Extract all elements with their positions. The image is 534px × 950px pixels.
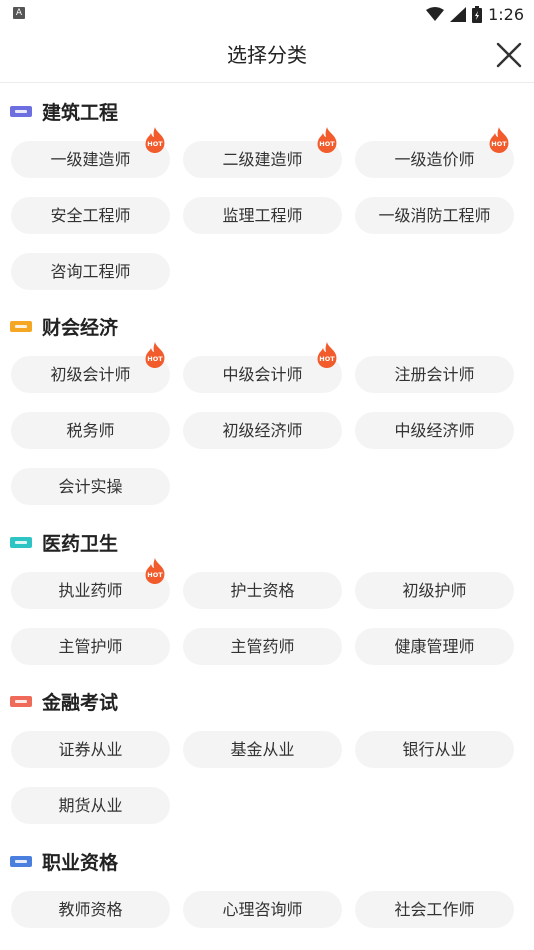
- category-chip[interactable]: 期货从业: [11, 787, 170, 824]
- section-header: 医药卫生: [10, 527, 118, 557]
- section-banner-icon: [10, 536, 32, 548]
- hot-badge-icon: HOT: [317, 127, 337, 153]
- section-title: 金融考试: [42, 691, 119, 714]
- category-chip-label: 主管药师: [230, 637, 295, 656]
- section-banner-icon: [10, 105, 32, 117]
- hot-badge-icon: HOT: [145, 127, 165, 153]
- category-chip-label: 中级经济师: [394, 421, 475, 440]
- category-chip[interactable]: 执业药师 HOT: [11, 558, 170, 609]
- category-chip-label: 证券从业: [58, 740, 123, 759]
- category-chip[interactable]: 一级造价师 HOT: [355, 127, 514, 178]
- section-header: 财会经济: [10, 311, 118, 341]
- category-chip-label: 监理工程师: [222, 206, 303, 225]
- battery-icon: [472, 5, 483, 23]
- category-chip-label: 主管护师: [58, 637, 123, 656]
- section-title: 职业资格: [42, 851, 119, 874]
- close-button[interactable]: [494, 40, 524, 70]
- hot-badge-icon: HOT: [317, 342, 337, 368]
- section-banner-icon: [10, 320, 32, 332]
- category-chip[interactable]: 税务师: [11, 412, 170, 449]
- hot-badge-label: HOT: [319, 355, 335, 363]
- category-chip[interactable]: 一级建造师 HOT: [11, 127, 170, 178]
- category-chip-label: 咨询工程师: [50, 262, 131, 281]
- category-chip[interactable]: 初级会计师 HOT: [11, 342, 170, 393]
- status-bar: A 1:26: [0, 0, 534, 28]
- page-title: 选择分类: [227, 43, 307, 67]
- hot-badge-label: HOT: [319, 140, 335, 148]
- category-chip[interactable]: 安全工程师: [11, 197, 170, 234]
- category-chip[interactable]: 社会工作师: [355, 891, 514, 928]
- hot-badge-icon: HOT: [145, 558, 165, 584]
- category-chip[interactable]: 基金从业: [183, 731, 342, 768]
- category-chip[interactable]: 会计实操: [11, 468, 170, 505]
- category-chip[interactable]: 咨询工程师: [11, 253, 170, 290]
- signal-icon: [450, 6, 467, 22]
- app-notification-icon: A: [13, 7, 25, 19]
- category-chip-label: 会计实操: [58, 477, 123, 496]
- section-title: 建筑工程: [42, 101, 119, 124]
- hot-badge-label: HOT: [147, 140, 163, 148]
- category-chip[interactable]: 健康管理师: [355, 628, 514, 665]
- close-icon: [496, 42, 522, 68]
- section-title: 医药卫生: [42, 532, 119, 555]
- category-chip[interactable]: 主管药师: [183, 628, 342, 665]
- category-chip[interactable]: 二级建造师 HOT: [183, 127, 342, 178]
- category-chip-label: 期货从业: [58, 796, 123, 815]
- category-chip[interactable]: 监理工程师: [183, 197, 342, 234]
- category-chip-label: 护士资格: [230, 581, 295, 600]
- category-chip-label: 初级护师: [402, 581, 467, 600]
- hot-badge-icon: HOT: [145, 342, 165, 368]
- category-chip[interactable]: 注册会计师: [355, 356, 514, 393]
- category-chip[interactable]: 教师资格: [11, 891, 170, 928]
- category-chip[interactable]: 初级经济师: [183, 412, 342, 449]
- hot-badge-label: HOT: [147, 571, 163, 579]
- status-icons: 1:26: [426, 4, 524, 24]
- section-header: 建筑工程: [10, 96, 118, 126]
- category-chip[interactable]: 护士资格: [183, 572, 342, 609]
- category-chip-label: 税务师: [66, 421, 115, 440]
- wifi-icon: [426, 7, 445, 21]
- section-header: 金融考试: [10, 686, 118, 716]
- hot-badge-label: HOT: [491, 140, 507, 148]
- category-chip[interactable]: 证券从业: [11, 731, 170, 768]
- header: 选择分类: [0, 28, 534, 83]
- category-chip-label: 健康管理师: [394, 637, 475, 656]
- section-banner-icon: [10, 855, 32, 867]
- section-header: 职业资格: [10, 846, 118, 876]
- category-chip[interactable]: 中级经济师: [355, 412, 514, 449]
- category-chip[interactable]: 中级会计师 HOT: [183, 342, 342, 393]
- category-chip-label: 银行从业: [402, 740, 467, 759]
- hot-badge-label: HOT: [147, 355, 163, 363]
- category-chip-label: 教师资格: [58, 900, 123, 919]
- category-chip[interactable]: 初级护师: [355, 572, 514, 609]
- category-chip[interactable]: 一级消防工程师: [355, 197, 514, 234]
- category-chip[interactable]: 心理咨询师: [183, 891, 342, 928]
- category-chip-label: 心理咨询师: [222, 900, 303, 919]
- category-chip-label: 基金从业: [230, 740, 295, 759]
- category-chip-label: 安全工程师: [50, 206, 131, 225]
- section-banner-icon: [10, 695, 32, 707]
- hot-badge-icon: HOT: [489, 127, 509, 153]
- section-title: 财会经济: [42, 316, 119, 339]
- clock: 1:26: [488, 4, 524, 24]
- category-chip-label: 社会工作师: [394, 900, 475, 919]
- category-chip-label: 一级消防工程师: [378, 206, 491, 225]
- category-chip-label: 注册会计师: [394, 365, 475, 384]
- category-chip-label: 初级经济师: [222, 421, 303, 440]
- category-chip[interactable]: 主管护师: [11, 628, 170, 665]
- category-chip[interactable]: 银行从业: [355, 731, 514, 768]
